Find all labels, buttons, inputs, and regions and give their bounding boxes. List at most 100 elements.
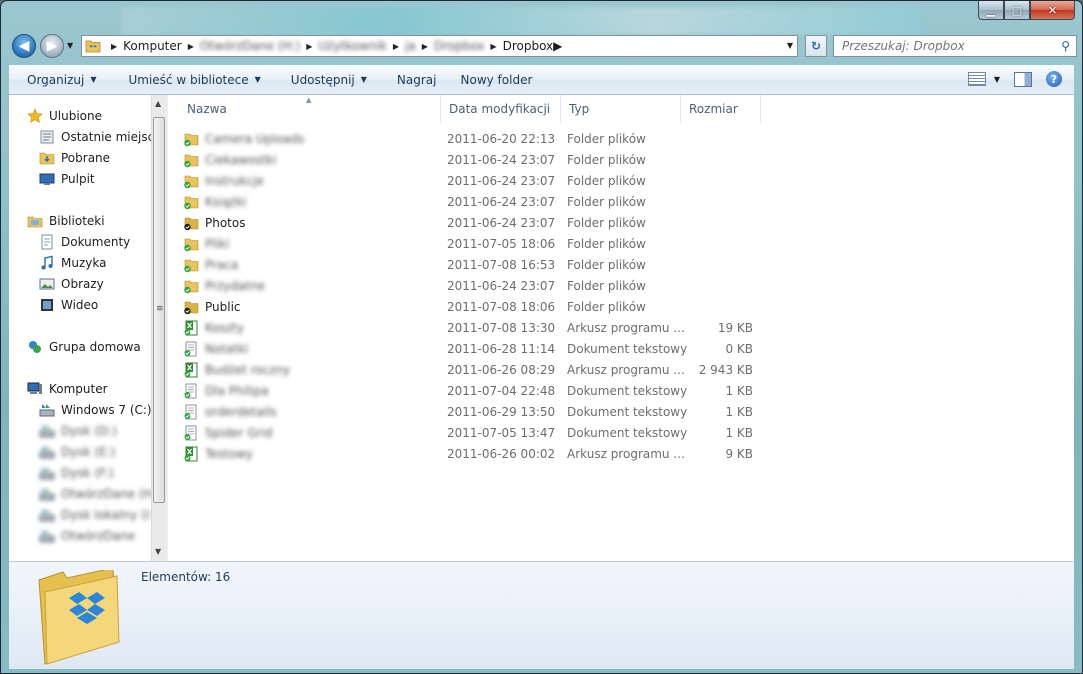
file-name-cell[interactable]: Praca — [183, 254, 443, 275]
new-folder-button[interactable]: Nowy folder — [451, 73, 547, 87]
preview-pane-button[interactable] — [1014, 71, 1032, 87]
sidebar-item[interactable]: Muzyka — [39, 252, 106, 273]
organize-button[interactable]: Organizuj ▼ — [9, 73, 110, 87]
file-row[interactable]: Przydatne 2011-06-24 23:07 Folder plików — [183, 275, 1082, 296]
breadcrumb-label: Dropbox — [433, 39, 485, 53]
breadcrumb-separator-icon[interactable]: ▶ — [422, 42, 428, 51]
sidebar-item[interactable]: Ulubione — [27, 105, 102, 126]
file-name: Instrukcje — [205, 173, 264, 188]
sidebar-item[interactable]: Ostatnie miejsca — [39, 126, 151, 147]
file-row[interactable]: Pliki 2011-07-05 18:06 Folder plików — [183, 233, 1082, 254]
breadcrumb-item[interactable]: ▶ Komputer — [105, 39, 182, 53]
file-name-cell[interactable]: Notatki — [183, 338, 443, 359]
scroll-down-icon[interactable]: ▼ — [155, 547, 161, 556]
arrow-right-icon: ▶ — [46, 38, 58, 54]
forward-button[interactable]: ▶ — [40, 34, 64, 58]
breadcrumb-item[interactable]: ▶ Dropbox — [416, 39, 485, 53]
column-header-date[interactable]: Data modyfikacji — [441, 95, 561, 123]
sidebar-item[interactable]: Windows 7 (C:) — [39, 399, 151, 420]
breadcrumb-item[interactable]: ▶ ja — [387, 39, 416, 53]
search-icon[interactable]: ⚲ — [1061, 39, 1070, 53]
sidebar-item[interactable]: Grupa domowa — [27, 336, 141, 357]
sidebar-item[interactable]: Dysk (F:) — [39, 462, 114, 483]
file-row[interactable]: Koszty 2011-07-08 13:30 Arkusz programu ..… — [183, 317, 1082, 338]
close-button[interactable]: ✕ — [1030, 1, 1075, 20]
share-button[interactable]: Udostępnij ▼ — [275, 73, 381, 87]
breadcrumb-separator-icon[interactable]: ▶ — [188, 42, 194, 51]
file-type: Dokument tekstowy — [567, 341, 688, 356]
sidebar-item[interactable]: Dysk (D:) — [39, 420, 117, 441]
file-row[interactable]: Public 2011-07-08 18:06 Folder plików — [183, 296, 1082, 317]
file-row[interactable]: Photos 2011-06-24 23:07 Folder plików — [183, 212, 1082, 233]
address-history-dropdown[interactable]: ▼ — [787, 41, 793, 50]
burn-button[interactable]: Nagraj — [381, 73, 451, 87]
file-name-cell[interactable]: Budżet roczny — [183, 359, 443, 380]
address-bar[interactable]: ▶ Komputer ▶ OtwórzDane (H:) ▶ Użytkownik ▶ ja ▶… — [81, 35, 798, 57]
help-button[interactable]: ? — [1046, 71, 1062, 87]
file-name-cell[interactable]: Dla Philipa — [183, 380, 443, 401]
sidebar-item[interactable]: Komputer — [27, 378, 108, 399]
file-type: Folder plików — [567, 278, 646, 293]
file-name-cell[interactable]: Testowy — [183, 443, 443, 464]
file-name-cell[interactable]: Ciekawostki — [183, 149, 443, 170]
sidebar-item[interactable]: OtwórzDane — [39, 525, 135, 546]
pane-divider[interactable] — [166, 95, 168, 561]
sidebar-item[interactable]: Dokumenty — [39, 231, 130, 252]
file-name-cell[interactable]: Instrukcje — [183, 170, 443, 191]
breadcrumb-separator-icon[interactable]: ▶ — [553, 39, 562, 53]
sidebar-item[interactable]: Obrazy — [39, 273, 104, 294]
include-in-library-button[interactable]: Umieść w bibliotece ▼ — [110, 73, 274, 87]
file-row[interactable]: Spider Grid 2011-07-05 13:47 Dokument teks… — [183, 422, 1082, 443]
sidebar-item[interactable]: Dysk (E:) — [39, 441, 115, 462]
file-name-cell[interactable]: orderdetails — [183, 401, 443, 422]
breadcrumb-separator-icon[interactable]: ▶ — [111, 42, 117, 51]
navigation-pane-scrollbar[interactable]: ▲ ▼ — [151, 95, 167, 561]
refresh-button[interactable]: ↻ — [805, 35, 827, 57]
file-row[interactable]: Dla Philipa 2011-07-04 22:48 Dokument teks… — [183, 380, 1082, 401]
back-button[interactable]: ◀ — [12, 34, 36, 58]
search-box[interactable]: ⚲ — [833, 35, 1077, 57]
breadcrumb-separator-icon[interactable]: ▶ — [393, 42, 399, 51]
column-header-size[interactable]: Rozmiar — [681, 95, 761, 123]
file-row[interactable]: Ciekawostki 2011-06-24 23:07 Folder plików — [183, 149, 1082, 170]
file-row[interactable]: orderdetails 2011-06-29 13:50 Dokument tek… — [183, 401, 1082, 422]
breadcrumb-item[interactable]: ▶ OtwórzDane (H:) — [182, 39, 301, 53]
file-name: Notatki — [205, 341, 249, 356]
sidebar-item[interactable]: OtwórzDane (H:) — [39, 483, 151, 504]
sidebar-item[interactable]: Biblioteki — [27, 210, 105, 231]
file-row[interactable]: Praca 2011-07-08 16:53 Folder plików — [183, 254, 1082, 275]
breadcrumb-separator-icon[interactable]: ▶ — [306, 42, 312, 51]
maximize-button[interactable]: □ — [1004, 1, 1030, 20]
file-row[interactable]: Testowy 2011-06-26 00:02 Arkusz programu .… — [183, 443, 1082, 464]
search-input[interactable] — [840, 38, 1054, 54]
sidebar-item[interactable]: Wideo — [39, 294, 98, 315]
file-name-cell[interactable]: Camera Uploads — [183, 128, 443, 149]
breadcrumb-separator-icon[interactable]: ▶ — [490, 42, 496, 51]
sidebar-item-label: Wideo — [61, 297, 99, 312]
breadcrumb-item[interactable]: ▶ Dropbox — [484, 39, 553, 53]
file-row[interactable]: Notatki 2011-06-28 11:14 Dokument tekstowy… — [183, 338, 1082, 359]
file-name-cell[interactable]: Książki — [183, 191, 443, 212]
file-name-cell[interactable]: Public — [183, 296, 443, 317]
file-row[interactable]: Instrukcje 2011-06-24 23:07 Folder plików — [183, 170, 1082, 191]
file-row[interactable]: Książki 2011-06-24 23:07 Folder plików — [183, 191, 1082, 212]
sidebar-item[interactable]: Pobrane — [39, 147, 110, 168]
file-row[interactable]: Budżet roczny 2011-06-26 08:29 Arkusz prog… — [183, 359, 1082, 380]
file-row[interactable]: Camera Uploads 2011-06-20 22:13 Folder pli… — [183, 128, 1082, 149]
file-name-cell[interactable]: Spider Grid — [183, 422, 443, 443]
file-name-cell[interactable]: Pliki — [183, 233, 443, 254]
include-library-label: Umieść w bibliotece — [128, 72, 249, 87]
scrollbar-thumb[interactable] — [153, 117, 165, 503]
sidebar-item[interactable]: Pulpit — [39, 168, 95, 189]
file-name-cell[interactable]: Photos — [183, 212, 443, 233]
recent-pages-dropdown[interactable]: ▼ — [67, 41, 73, 50]
breadcrumb-item[interactable]: ▶ Użytkownik — [300, 39, 387, 53]
sidebar-item[interactable]: Dysk lokalny (I:) — [39, 504, 151, 525]
file-name-cell[interactable]: Przydatne — [183, 275, 443, 296]
file-name-cell[interactable]: Koszty — [183, 317, 443, 338]
sidebar-item-label: OtwórzDane (H:) — [61, 486, 151, 501]
column-header-type[interactable]: Typ — [561, 95, 681, 123]
minimize-button[interactable]: ▁ — [978, 1, 1004, 20]
scroll-up-icon[interactable]: ▲ — [155, 99, 161, 108]
change-view-button[interactable]: ▼ — [967, 72, 1000, 86]
